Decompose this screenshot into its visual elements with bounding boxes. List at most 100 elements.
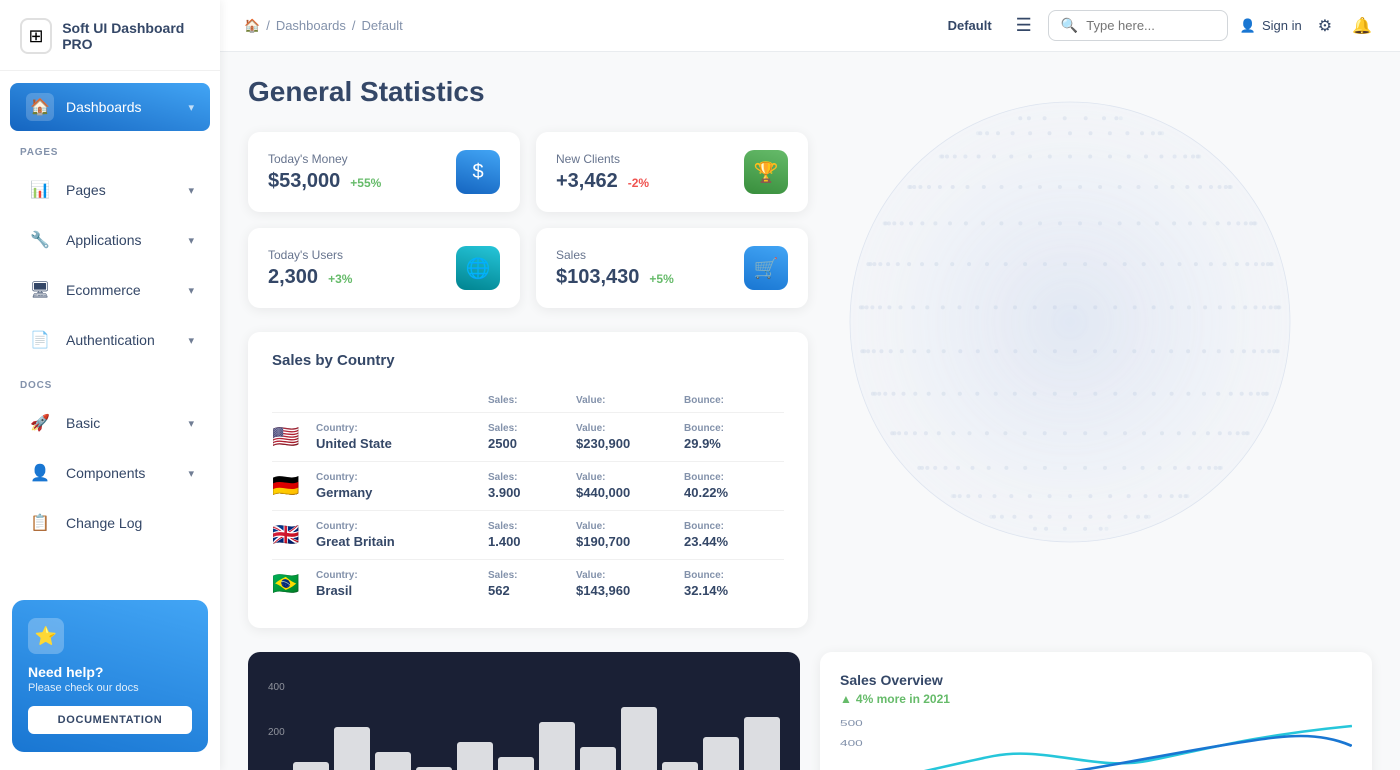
stat-card-sales: Sales $103,430 +5% 🛒 (536, 228, 808, 308)
sidebar-dashboards-label: Dashboards (66, 99, 176, 115)
dashboards-icon: 🏠 (26, 93, 54, 121)
search-input[interactable] (1086, 18, 1215, 33)
country-gb: Great Britain (316, 534, 480, 549)
sales-brasil: 562 (488, 583, 568, 598)
table-row: 🇧🇷 Country: Brasil Sales: 562 Value: $14… (272, 560, 784, 608)
authentication-icon: 📄 (26, 326, 54, 354)
country-usa: United State (316, 436, 480, 451)
bar (621, 707, 657, 770)
bar (457, 742, 493, 770)
sales-gb: 1.400 (488, 534, 568, 549)
bounce-germany: 40.22% (684, 485, 784, 500)
stat-card-money: Today's Money $53,000 +55% $ (248, 132, 520, 212)
stat-icon-money: $ (456, 150, 500, 194)
sidebar-pages-label: Pages (66, 182, 176, 198)
sidebar-item-dashboards[interactable]: 🏠 Dashboards ▾ (10, 83, 210, 131)
stat-icon-clients: 🏆 (744, 150, 788, 194)
ecommerce-icon: 🖥 (26, 276, 54, 304)
breadcrumb-dashboards: Dashboards (276, 18, 346, 33)
country-brasil: Brasil (316, 583, 480, 598)
stat-label-money: Today's Money (268, 152, 381, 166)
sales-overview-subtitle-text: 4% more in 2021 (856, 692, 950, 706)
stat-change-sales: +5% (649, 272, 673, 286)
authentication-arrow: ▾ (188, 334, 194, 347)
sidebar-applications-label: Applications (66, 232, 176, 248)
sidebar-basic-label: Basic (66, 415, 176, 431)
documentation-button[interactable]: DOCUMENTATION (28, 706, 192, 734)
sidebar-item-applications[interactable]: 🔧 Applications ▾ (10, 216, 210, 264)
flag-germany: 🇩🇪 (272, 473, 308, 499)
sales-germany: 3.900 (488, 485, 568, 500)
sidebar-item-changelog[interactable]: 📋 Change Log (10, 499, 210, 547)
sidebar-logo: ⊞ Soft UI Dashboard PRO (0, 0, 220, 71)
home-icon: 🏠 (244, 18, 260, 34)
bell-button[interactable]: 🔔 (1348, 12, 1376, 40)
sidebar-item-components[interactable]: 👤 Components ▾ (10, 449, 210, 497)
signin-label: Sign in (1262, 18, 1302, 33)
help-star-icon: ⭐ (28, 618, 64, 654)
applications-icon: 🔧 (26, 226, 54, 254)
value-germany: $440,000 (576, 485, 676, 500)
components-icon: 👤 (26, 459, 54, 487)
sales-usa: 2500 (488, 436, 568, 451)
country-table-header: Sales: Value: Bounce: (272, 385, 784, 413)
section-pages-label: PAGES (0, 133, 220, 164)
bottom-charts: 400 200 0 Sales Overview ▲ 4% more in 20… (248, 652, 1372, 770)
sidebar-item-pages[interactable]: 📊 Pages ▾ (10, 166, 210, 214)
ecommerce-arrow: ▾ (188, 284, 194, 297)
stat-info-money: Today's Money $53,000 +55% (268, 152, 381, 193)
stat-label-users: Today's Users (268, 248, 352, 262)
sales-overview-title: Sales Overview (840, 672, 1352, 688)
bar (744, 717, 780, 770)
stat-icon-sales: 🛒 (744, 246, 788, 290)
value-gb: $190,700 (576, 534, 676, 549)
logo-icon: ⊞ (20, 18, 52, 54)
sidebar: ⊞ Soft UI Dashboard PRO 🏠 Dashboards ▾ P… (0, 0, 220, 770)
table-row: 🇺🇸 Country: United State Sales: 2500 Val… (272, 413, 784, 462)
globe-decoration (820, 72, 1400, 652)
stat-value-sales: $103,430 (556, 266, 639, 289)
stat-label-clients: New Clients (556, 152, 649, 166)
search-box[interactable]: 🔍 (1048, 10, 1228, 41)
user-icon: 👤 (1240, 18, 1256, 34)
value-brasil: $143,960 (576, 583, 676, 598)
sidebar-item-ecommerce[interactable]: 🖥 Ecommerce ▾ (10, 266, 210, 314)
bar (498, 757, 534, 770)
sales-overview-subtitle: ▲ 4% more in 2021 (840, 692, 1352, 706)
settings-button[interactable]: ⚙ (1314, 12, 1336, 40)
applications-arrow: ▾ (188, 234, 194, 247)
help-subtitle: Please check our docs (28, 682, 192, 694)
signin-button[interactable]: 👤 Sign in (1240, 18, 1302, 34)
sidebar-item-authentication[interactable]: 📄 Authentication ▾ (10, 316, 210, 364)
content-area: General Statistics Today's Money $53,000… (220, 52, 1400, 770)
menu-icon[interactable]: ☰ (1016, 15, 1032, 36)
main: 🏠 / Dashboards / Default Default ☰ 🔍 👤 S… (220, 0, 1400, 770)
value-usa: $230,900 (576, 436, 676, 451)
stat-value-clients: +3,462 (556, 170, 618, 193)
trend-up-icon: ▲ (840, 692, 852, 706)
header: 🏠 / Dashboards / Default Default ☰ 🔍 👤 S… (220, 0, 1400, 52)
sidebar-changelog-label: Change Log (66, 515, 194, 531)
sales-by-country-card: Sales by Country Sales: Value: Bounce: 🇺… (248, 332, 808, 628)
search-icon: 🔍 (1061, 17, 1078, 34)
sidebar-components-label: Components (66, 465, 176, 481)
stat-info-sales: Sales $103,430 +5% (556, 248, 674, 289)
sidebar-help-card: ⭐ Need help? Please check our docs DOCUM… (12, 600, 208, 752)
bar (293, 762, 329, 770)
bounce-brasil: 32.14% (684, 583, 784, 598)
stats-grid: Today's Money $53,000 +55% $ New Clients… (248, 132, 808, 308)
flag-brasil: 🇧🇷 (272, 571, 308, 597)
sidebar-item-basic[interactable]: 🚀 Basic ▾ (10, 399, 210, 447)
stat-value-users: 2,300 (268, 266, 318, 289)
sales-overview-card: Sales Overview ▲ 4% more in 2021 (820, 652, 1372, 770)
changelog-icon: 📋 (26, 509, 54, 537)
stat-value-money: $53,000 (268, 170, 340, 193)
dashboards-arrow: ▾ (188, 101, 194, 114)
header-right: 🔍 👤 Sign in ⚙ 🔔 (1048, 10, 1376, 41)
app-name: Soft UI Dashboard PRO (62, 20, 200, 52)
bar-chart-card: 400 200 0 (248, 652, 800, 770)
svg-text:400: 400 (840, 740, 863, 749)
sidebar-ecommerce-label: Ecommerce (66, 282, 176, 298)
flag-gb: 🇬🇧 (272, 522, 308, 548)
bounce-usa: 29.9% (684, 436, 784, 451)
